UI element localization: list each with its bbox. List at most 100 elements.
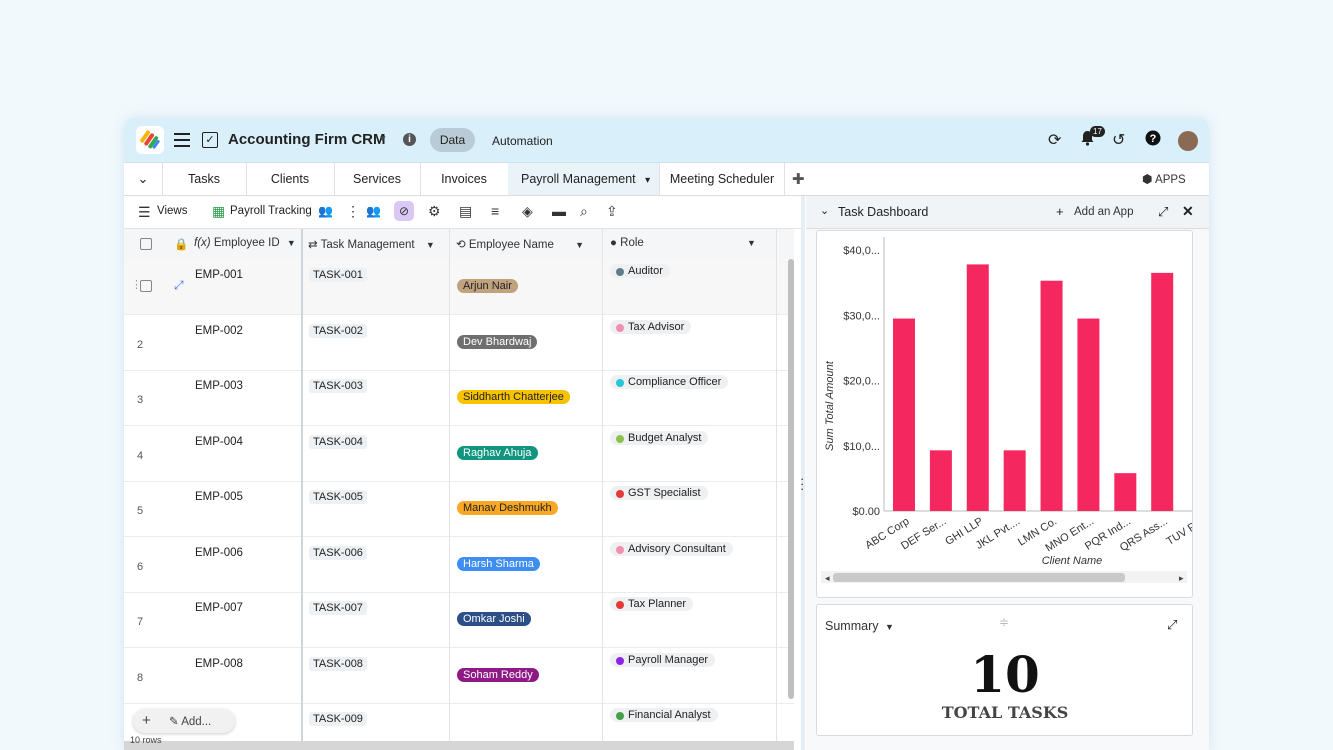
filter-settings-icon[interactable]: ⚙ bbox=[428, 203, 441, 220]
grid-horizontal-scrollbar[interactable] bbox=[124, 741, 794, 750]
form-icon[interactable]: ▬ bbox=[552, 203, 566, 219]
role-chip[interactable]: Tax Planner bbox=[610, 597, 694, 611]
filter-icon[interactable]: ≡ bbox=[491, 203, 499, 219]
add-tab-icon[interactable]: ✚ bbox=[792, 170, 805, 188]
task-link-chip[interactable]: TASK-005 bbox=[309, 490, 367, 504]
checklist-icon[interactable]: ✓ bbox=[202, 132, 218, 148]
employee-name-chip[interactable]: Arjun Nair bbox=[457, 279, 518, 293]
tab-meeting-scheduler[interactable]: Meeting Scheduler bbox=[660, 163, 785, 195]
employee-id-cell[interactable]: EMP-005 bbox=[195, 491, 243, 503]
collapse-chevron-icon[interactable]: ⌄ bbox=[820, 204, 829, 217]
table-row[interactable]: 8 EMP-008 TASK-008 Soham Reddy Payroll Manag… bbox=[124, 648, 794, 704]
apps-button[interactable]: ⬢ APPS bbox=[1142, 172, 1186, 186]
employee-name-chip[interactable]: Dev Bhardwaj bbox=[457, 334, 538, 349]
hide-fields-icon[interactable]: ⊘ bbox=[394, 201, 414, 221]
tab-clients[interactable]: Clients bbox=[246, 163, 335, 195]
task-link-chip[interactable]: TASK-001 bbox=[309, 268, 367, 282]
drag-handle-icon[interactable]: ≑ bbox=[999, 615, 1009, 629]
sync-icon[interactable]: ⟳ bbox=[1048, 130, 1061, 150]
task-link-chip[interactable]: TASK-004 bbox=[309, 434, 367, 449]
employee-id-cell[interactable]: EMP-001 bbox=[195, 269, 243, 281]
people-icon[interactable]: 👥 bbox=[366, 204, 381, 218]
chevron-down-icon[interactable]: ▼ bbox=[747, 238, 756, 248]
task-link-chip[interactable]: TASK-002 bbox=[309, 323, 367, 338]
role-chip[interactable]: Financial Analyst bbox=[610, 708, 718, 722]
role-chip[interactable]: Budget Analyst bbox=[610, 430, 709, 445]
grid-vertical-scrollbar[interactable] bbox=[788, 259, 794, 699]
select-all-checkbox[interactable] bbox=[140, 238, 152, 250]
table-row[interactable]: 6 EMP-006 TASK-006 Harsh Sharma Advisory Con… bbox=[124, 537, 794, 593]
row-height-icon[interactable]: ▤ bbox=[459, 203, 472, 220]
table-row[interactable]: 7 EMP-007 TASK-007 Omkar Joshi Tax Planner bbox=[124, 592, 794, 648]
tabs-collapse-chevron-icon[interactable]: ⌄ bbox=[124, 163, 163, 195]
menu-icon[interactable] bbox=[174, 133, 190, 147]
expand-icon[interactable]: ⤢ bbox=[1167, 617, 1177, 633]
expand-icon[interactable]: ⤢ bbox=[1158, 204, 1168, 220]
table-row[interactable]: 2 EMP-002 TASK-002 Dev Bhardwaj Tax Advisor bbox=[124, 315, 794, 371]
plus-icon[interactable]: + bbox=[142, 712, 151, 729]
employee-name-chip[interactable]: Manav Deshmukh bbox=[457, 501, 558, 515]
automation-button[interactable]: Automation bbox=[492, 134, 553, 148]
drag-handle-icon[interactable]: · · · bbox=[800, 472, 804, 495]
task-link-chip[interactable]: TASK-008 bbox=[309, 656, 367, 671]
bar-chart[interactable]: Sum Total Amount Client Name ◂ ▸ $0.00 $1… bbox=[817, 231, 1207, 597]
history-icon[interactable]: ↺ bbox=[1112, 130, 1125, 150]
add-an-app-button[interactable]: Add an App bbox=[1074, 206, 1133, 218]
tab-payroll-management[interactable]: Payroll Management ▾ bbox=[508, 163, 660, 195]
views-button[interactable]: Views bbox=[157, 205, 187, 217]
role-chip[interactable]: GST Specialist bbox=[610, 486, 708, 500]
table-row[interactable]: ⋮ ⤢ EMP-001 TASK-001 Arjun Nair Auditor bbox=[124, 259, 794, 315]
more-options-icon[interactable]: ⋮ bbox=[346, 203, 360, 220]
employee-id-cell[interactable]: EMP-002 bbox=[195, 325, 243, 337]
drag-handle-icon[interactable]: ⋮ bbox=[131, 278, 142, 291]
tab-tasks[interactable]: Tasks bbox=[162, 163, 247, 195]
tab-services[interactable]: Services bbox=[334, 163, 421, 195]
chevron-down-icon[interactable]: ▼ bbox=[287, 238, 296, 248]
frozen-column-divider[interactable] bbox=[301, 229, 303, 750]
employee-id-cell[interactable]: EMP-006 bbox=[195, 547, 243, 559]
employee-id-cell[interactable]: EMP-003 bbox=[195, 380, 243, 392]
add-record-button[interactable]: ✎ Add... bbox=[169, 714, 211, 728]
role-chip[interactable]: Compliance Officer bbox=[610, 375, 729, 389]
employee-id-cell[interactable]: EMP-008 bbox=[195, 658, 243, 670]
employee-name-chip[interactable]: Harsh Sharma bbox=[457, 556, 540, 571]
share-icon[interactable]: ⇪ bbox=[606, 203, 618, 220]
chevron-down-icon[interactable]: ▼ bbox=[575, 240, 584, 250]
employee-name-chip[interactable]: Omkar Joshi bbox=[457, 612, 531, 626]
chevron-down-icon[interactable]: ▾ bbox=[645, 175, 650, 186]
user-avatar[interactable] bbox=[1178, 131, 1198, 151]
expand-row-icon[interactable]: ⤢ bbox=[174, 278, 184, 293]
column-header-role[interactable]: ● Role ▼ bbox=[610, 237, 756, 249]
close-icon[interactable]: ✕ bbox=[1182, 203, 1194, 220]
chevron-down-icon[interactable]: ▾ bbox=[380, 132, 386, 145]
role-chip[interactable]: Tax Advisor bbox=[610, 319, 692, 334]
column-header-task[interactable]: ⇄ Task Management ▼ bbox=[308, 237, 435, 251]
role-chip[interactable]: Advisory Consultant bbox=[610, 541, 733, 556]
tab-invoices[interactable]: Invoices bbox=[420, 163, 509, 195]
help-icon[interactable]: ? bbox=[1145, 130, 1161, 151]
plus-icon[interactable]: + bbox=[1056, 204, 1064, 219]
view-name[interactable]: Payroll Tracking bbox=[230, 205, 312, 217]
task-link-chip[interactable]: TASK-003 bbox=[309, 379, 367, 393]
collaborators-icon[interactable]: 👥 bbox=[318, 204, 333, 218]
task-link-chip[interactable]: TASK-009 bbox=[309, 712, 367, 726]
employee-id-cell[interactable]: EMP-007 bbox=[195, 602, 243, 614]
data-mode-button[interactable]: Data bbox=[430, 128, 475, 152]
summary-dropdown[interactable]: Summary ▼ bbox=[825, 619, 894, 633]
role-chip[interactable]: Auditor bbox=[610, 264, 670, 278]
search-icon[interactable]: ⌕ bbox=[580, 203, 588, 220]
info-icon[interactable]: i bbox=[403, 133, 416, 146]
app-logo-icon[interactable] bbox=[136, 126, 164, 154]
list-icon[interactable]: ☰ bbox=[138, 204, 151, 221]
table-row[interactable]: 3 EMP-003 TASK-003 Siddharth Chatterjee Comp… bbox=[124, 370, 794, 426]
fill-color-icon[interactable]: ◈ bbox=[522, 203, 533, 220]
app-title[interactable]: Accounting Firm CRM bbox=[228, 131, 386, 148]
task-link-chip[interactable]: TASK-006 bbox=[309, 545, 367, 560]
table-row[interactable]: 4 EMP-004 TASK-004 Raghav Ahuja Budget Analy… bbox=[124, 426, 794, 482]
employee-id-cell[interactable]: EMP-004 bbox=[195, 436, 243, 448]
employee-name-chip[interactable]: Raghav Ahuja bbox=[457, 445, 538, 460]
column-header-employee-name[interactable]: ⟲ Employee Name ▼ bbox=[456, 237, 584, 251]
employee-name-chip[interactable]: Soham Reddy bbox=[457, 667, 539, 682]
task-link-chip[interactable]: TASK-007 bbox=[309, 601, 367, 615]
chevron-down-icon[interactable]: ▼ bbox=[426, 240, 435, 250]
